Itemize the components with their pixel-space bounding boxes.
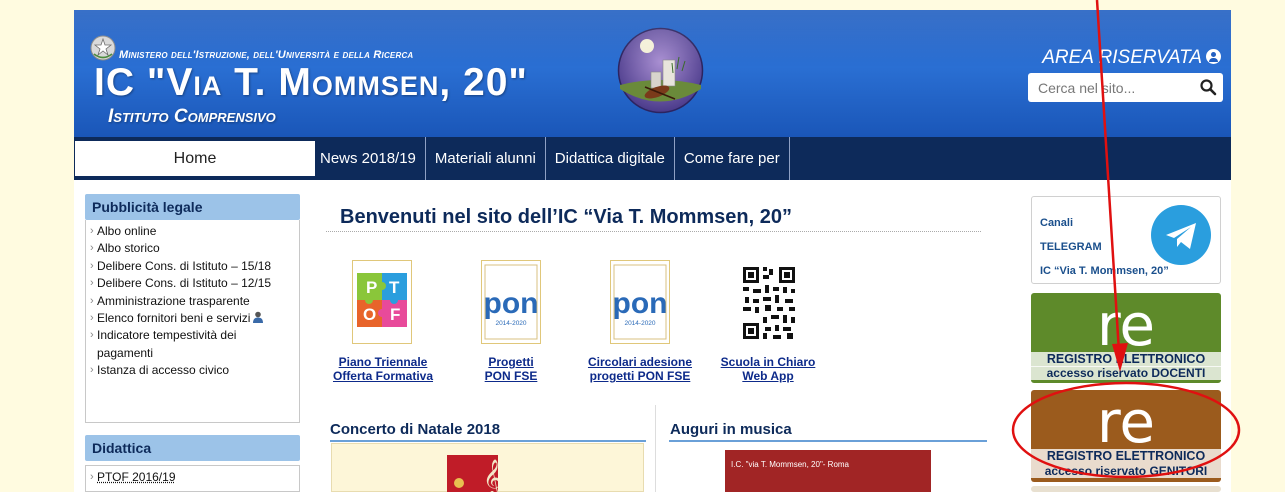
person-icon xyxy=(253,311,264,324)
telegram-line-school: IC “Via T. Mommsen, 20” xyxy=(1040,265,1169,277)
ptof-link[interactable]: Piano Triennale Offerta Formativa xyxy=(315,355,451,383)
search-icon[interactable] xyxy=(1199,78,1217,96)
pon-fse-link-line1[interactable]: Progetti xyxy=(466,355,556,369)
telegram-icon xyxy=(1151,205,1211,265)
ptof-tile[interactable]: P T O F xyxy=(352,260,412,344)
scuola-in-chiaro-tile[interactable] xyxy=(738,260,798,344)
ptof-letter-o: O xyxy=(363,305,376,324)
pon-word: pon xyxy=(613,287,668,320)
sidebar-item-albo-storico[interactable]: Albo storico xyxy=(90,240,295,258)
re-genitori-line1: REGISTRO ELETTRONICO xyxy=(1031,449,1221,464)
ptof-puzzle-icon: P T O F xyxy=(357,273,407,327)
auguri-musica-rule xyxy=(669,440,987,442)
circolari-pon-link-line1[interactable]: Circolari adesione xyxy=(584,355,696,369)
sidebar-item-indicatore-tempestivita[interactable]: Indicatore tempestività dei pagamenti xyxy=(90,327,295,362)
welcome-title: Benvenuti nel sito dell’IC “Via T. Momms… xyxy=(340,206,792,228)
nav-home[interactable]: Home xyxy=(75,141,315,176)
telegram-line-telegram: TELEGRAM xyxy=(1040,241,1102,253)
sidebar-item-delibere-15-18[interactable]: Delibere Cons. di Istituto – 15/18 xyxy=(90,258,295,276)
search-box xyxy=(1028,73,1223,102)
sidebar-item-amministrazione-trasparente[interactable]: Amministrazione trasparente xyxy=(90,293,295,311)
qr-code-icon xyxy=(741,265,797,341)
column-divider xyxy=(655,405,656,492)
concerto-natale-image[interactable]: 𝄞 xyxy=(447,455,498,492)
school-type: Istituto Comprensivo xyxy=(108,106,276,127)
didattica-heading: Didattica xyxy=(85,435,300,461)
auguri-musica-title[interactable]: Auguri in musica xyxy=(670,421,792,438)
search-input[interactable] xyxy=(1028,73,1196,102)
pubblicita-legale-list: Albo online Albo storico Delibere Cons. … xyxy=(85,220,300,423)
didattica-list: PTOF 2016/19 xyxy=(85,465,300,492)
scuola-in-chiaro-link-line2[interactable]: Web App xyxy=(718,369,818,383)
italian-republic-emblem-icon xyxy=(90,35,116,61)
telegram-line-canali: Canali xyxy=(1040,217,1074,229)
telegram-channels-banner[interactable]: Canali TELEGRAM IC “Via T. Mommsen, 20” xyxy=(1031,196,1221,284)
welcome-divider xyxy=(326,231,981,232)
school-logo-icon[interactable] xyxy=(617,27,704,114)
sidebar-item-elenco-fornitori[interactable]: Elenco fornitori beni e servizi xyxy=(90,310,295,328)
nav-materiali-alunni[interactable]: Materiali alunni xyxy=(426,137,546,180)
sidebar-item-albo-online[interactable]: Albo online xyxy=(90,223,295,241)
re-docenti-line1: REGISTRO ELETTRONICO xyxy=(1031,352,1221,367)
pon-word: pon xyxy=(484,287,539,320)
pon-years: 2014-2020 xyxy=(495,320,526,327)
next-banner-edge[interactable] xyxy=(1031,486,1221,492)
nav-didattica-digitale[interactable]: Didattica digitale xyxy=(546,137,675,180)
ministry-title: Ministero dell'Istruzione, dell'Universi… xyxy=(119,49,414,61)
pon-fse-link-line2[interactable]: PON FSE xyxy=(466,369,556,383)
pon-logo-icon: pon 2014-2020 xyxy=(613,264,668,340)
sidebar-item-istanza-accesso-civico[interactable]: Istanza di accesso civico xyxy=(90,362,295,380)
circolari-pon-link-line2[interactable]: progetti PON FSE xyxy=(584,369,696,383)
pon-logo-icon: pon 2014-2020 xyxy=(484,264,539,340)
re-logo-icon: re xyxy=(1097,299,1155,351)
sidebar-item-ptof[interactable]: PTOF 2016/19 xyxy=(90,469,295,487)
main-navigation: Home News 2018/19 Materiali alunni Didat… xyxy=(74,137,1231,180)
site-header: Ministero dell'Istruzione, dell'Universi… xyxy=(74,10,1231,137)
registro-elettronico-docenti-banner[interactable]: re REGISTRO ELETTRONICO accesso riservat… xyxy=(1031,293,1221,383)
re-genitori-line2: accesso riservato GENITORI xyxy=(1031,464,1221,478)
sidebar-item-delibere-12-15[interactable]: Delibere Cons. di Istituto – 12/15 xyxy=(90,275,295,293)
registro-elettronico-genitori-banner[interactable]: re REGISTRO ELETTRONICO accesso riservat… xyxy=(1031,390,1221,482)
pon-fse-tile[interactable]: pon 2014-2020 xyxy=(481,260,541,344)
circolari-pon-tile[interactable]: pon 2014-2020 xyxy=(610,260,670,344)
ptof-link-line2[interactable]: Offerta Formativa xyxy=(315,369,451,383)
treble-clef-icon: 𝄞 xyxy=(483,458,498,492)
re-logo-icon: re xyxy=(1097,396,1155,448)
ptof-letter-f: F xyxy=(390,305,400,324)
nav-come-fare-per[interactable]: Come fare per xyxy=(675,137,790,180)
pubblicita-legale-heading: Pubblicità legale xyxy=(85,194,300,220)
user-circle-icon[interactable] xyxy=(1206,49,1221,64)
scuola-in-chiaro-link-line1[interactable]: Scuola in Chiaro xyxy=(718,355,818,369)
area-riservata-link[interactable]: AREA RISERVATA xyxy=(1042,47,1221,69)
page-wrapper: Ministero dell'Istruzione, dell'Universi… xyxy=(74,10,1231,492)
ptof-letter-p: P xyxy=(366,278,377,297)
re-docenti-line2: accesso riservato DOCENTI xyxy=(1031,366,1221,380)
scuola-in-chiaro-link[interactable]: Scuola in Chiaro Web App xyxy=(718,355,818,383)
ptof-link-line1[interactable]: Piano Triennale xyxy=(315,355,451,369)
re-mark: re xyxy=(1097,396,1155,448)
re-mark: re xyxy=(1097,299,1155,351)
concerto-natale-title[interactable]: Concerto di Natale 2018 xyxy=(330,421,500,438)
pon-years: 2014-2020 xyxy=(624,320,655,327)
school-name[interactable]: IC "Via T. Mommsen, 20" xyxy=(94,63,528,102)
nav-items: News 2018/19 Materiali alunni Didattica … xyxy=(316,137,790,180)
auguri-musica-image[interactable] xyxy=(725,450,931,492)
pon-fse-link[interactable]: Progetti PON FSE xyxy=(466,355,556,383)
nav-news[interactable]: News 2018/19 xyxy=(316,137,426,180)
area-riservata-label[interactable]: AREA RISERVATA xyxy=(1042,47,1202,68)
ptof-letter-t: T xyxy=(389,278,400,297)
concerto-natale-rule xyxy=(330,440,646,442)
circolari-pon-link[interactable]: Circolari adesione progetti PON FSE xyxy=(584,355,696,383)
sidebar-item-elenco-fornitori-label[interactable]: Elenco fornitori beni e servizi xyxy=(97,311,250,325)
auguri-caption: I.C. "via T. Mommsen, 20"- Roma xyxy=(731,460,850,469)
